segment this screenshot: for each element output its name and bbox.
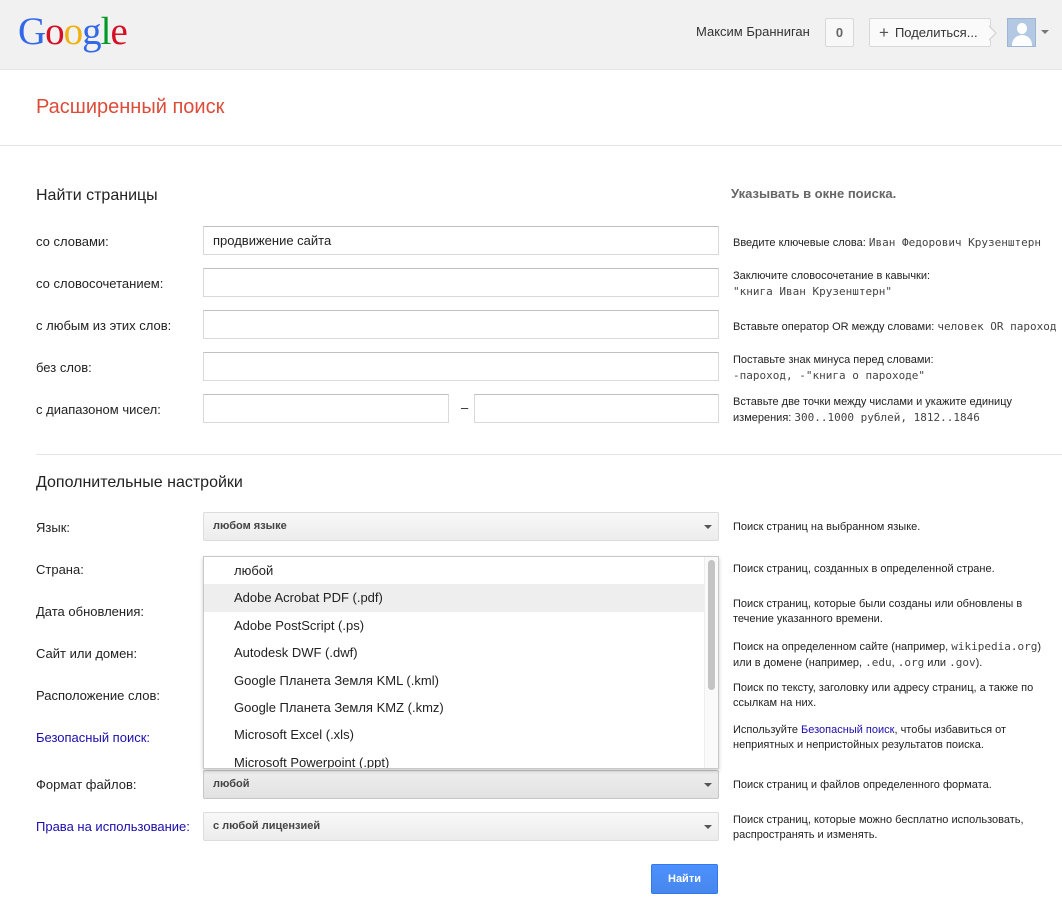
logo-letter: e bbox=[110, 10, 128, 53]
share-label: Поделиться... bbox=[894, 25, 978, 40]
exact-phrase-input[interactable] bbox=[203, 268, 719, 297]
site-domain-hint: Поиск на определенном сайте (например, w… bbox=[733, 639, 1058, 671]
hint-text: Поиск на определенном сайте (например, bbox=[733, 641, 952, 653]
all-words-hint: Введите ключевые слова: Иван Федорович К… bbox=[733, 235, 1058, 251]
exact-phrase-label: со словосочетанием: bbox=[36, 276, 164, 291]
usage-rights-hint: Поиск страниц, которые можно бесплатно и… bbox=[733, 814, 1024, 841]
any-words-input[interactable] bbox=[203, 310, 719, 339]
usage-rights-link[interactable]: Права на использование: bbox=[36, 819, 190, 834]
dropdown-option[interactable]: Adobe PostScript (.ps) bbox=[204, 612, 718, 639]
language-label: Язык: bbox=[36, 520, 70, 535]
language-hint: Поиск страниц на выбранном языке. bbox=[733, 521, 921, 533]
hint-text: ). bbox=[975, 657, 983, 669]
dropdown-option[interactable]: Microsoft Powerpoint (.ppt) bbox=[204, 749, 718, 768]
chevron-down-icon bbox=[704, 825, 712, 829]
dropdown-option[interactable]: Adobe Acrobat PDF (.pdf) bbox=[204, 584, 718, 612]
logo-letter: l bbox=[100, 10, 112, 53]
none-words-label: без слов: bbox=[36, 360, 92, 375]
logo-letter: g bbox=[82, 10, 101, 53]
safesearch-hint-link[interactable]: Безопасный поиск bbox=[801, 724, 894, 736]
google-logo[interactable]: Google bbox=[18, 10, 128, 53]
dropdown-option[interactable]: Autodesk DWF (.dwf) bbox=[204, 639, 718, 666]
divider bbox=[0, 145, 1062, 146]
exact-phrase-hint: Заключите словосочетание в кавычки: "книг… bbox=[733, 269, 1058, 300]
notification-count-button[interactable]: 0 bbox=[825, 18, 854, 47]
logo-letter: o bbox=[63, 10, 83, 53]
dropdown-scrollbar[interactable] bbox=[704, 557, 718, 768]
site-domain-label: Сайт или домен: bbox=[36, 646, 138, 661]
hint-example: .gov bbox=[949, 656, 976, 669]
hint-example: человек OR пароход bbox=[937, 320, 1057, 333]
chevron-down-icon bbox=[704, 783, 712, 787]
terms-location-hint: Поиск по тексту, заголовку или адресу ст… bbox=[733, 682, 1034, 709]
search-button[interactable]: Найти bbox=[651, 864, 718, 894]
hint-example: Иван Федорович Крузенштерн bbox=[868, 236, 1042, 249]
number-range-hint: Вставьте две точки между числами и укажи… bbox=[733, 395, 1058, 426]
range-dash: – bbox=[461, 400, 469, 415]
last-update-hint: Поиск страниц, которые были созданы или … bbox=[733, 598, 1023, 625]
any-words-label: с любым из этих слов: bbox=[36, 318, 172, 333]
last-update-label: Дата обновления: bbox=[36, 604, 144, 619]
any-words-hint: Вставьте оператор OR между словами: чело… bbox=[733, 319, 1058, 335]
advanced-settings-title: Дополнительные настройки bbox=[36, 474, 243, 491]
file-type-select[interactable]: любой bbox=[203, 770, 719, 799]
hint-example: 300..1000 рублей, 1812..1846 bbox=[794, 411, 980, 424]
avatar-body-icon bbox=[1012, 35, 1032, 46]
hint-text: Поставьте знак минуса перед словами: bbox=[733, 354, 934, 366]
dropdown-option[interactable]: любой bbox=[204, 557, 718, 584]
avatar[interactable] bbox=[1007, 18, 1036, 47]
hint-header: Указывать в окне поиска. bbox=[731, 186, 897, 201]
none-words-hint: Поставьте знак минуса перед словами: -пар… bbox=[733, 353, 1058, 384]
dropdown-option[interactable]: Google Планета Земля KMZ (.kmz) bbox=[204, 694, 718, 721]
logo-letter: G bbox=[18, 10, 46, 53]
none-words-input[interactable] bbox=[203, 352, 719, 381]
user-name[interactable]: Максим Бранниган bbox=[696, 24, 810, 39]
hint-example: "книга Иван Крузенштерн" bbox=[733, 285, 892, 298]
safesearch-hint: Используйте Безопасный поиск, чтобы изба… bbox=[733, 723, 1058, 753]
plus-icon: + bbox=[879, 23, 889, 42]
top-bar: Google Максим Бранниган 0 + Поделиться... bbox=[0, 0, 1062, 70]
hint-example: .org bbox=[897, 656, 925, 669]
find-pages-title: Найти страницы bbox=[36, 187, 158, 204]
country-hint: Поиск страниц, созданных в определенной … bbox=[733, 563, 995, 575]
file-type-hint: Поиск страниц и файлов определенного фор… bbox=[733, 779, 992, 791]
file-type-dropdown-list[interactable]: любой Adobe Acrobat PDF (.pdf) Adobe Pos… bbox=[203, 556, 719, 769]
file-type-select-value: любой bbox=[213, 778, 250, 790]
hint-example: wikipedia.org bbox=[951, 640, 1038, 653]
number-range-label: с диапазоном чисел: bbox=[36, 402, 161, 417]
dropdown-option[interactable]: Microsoft Excel (.xls) bbox=[204, 721, 718, 748]
dropdown-scrollbar-thumb[interactable] bbox=[708, 560, 715, 690]
divider bbox=[36, 454, 1062, 455]
usage-rights-select[interactable]: с любой лицензией bbox=[203, 812, 719, 841]
share-button[interactable]: + Поделиться... bbox=[869, 18, 991, 47]
account-caret-icon[interactable] bbox=[1041, 30, 1049, 34]
dropdown-option[interactable]: Google Планета Земля KML (.kml) bbox=[204, 667, 718, 694]
language-select[interactable]: любом языке bbox=[203, 512, 719, 541]
language-select-value: любом языке bbox=[213, 520, 287, 532]
hint-text: Заключите словосочетание в кавычки: bbox=[733, 270, 931, 282]
country-label: Страна: bbox=[36, 562, 84, 577]
hint-text: Используйте bbox=[733, 724, 802, 736]
hint-text: или bbox=[924, 657, 950, 669]
page-title: Расширенный поиск bbox=[36, 96, 225, 118]
safesearch-link[interactable]: Безопасный поиск: bbox=[36, 730, 150, 745]
file-type-label: Формат файлов: bbox=[36, 777, 137, 792]
number-range-to-input[interactable] bbox=[474, 394, 719, 423]
usage-rights-select-value: с любой лицензией bbox=[213, 820, 321, 832]
hint-example: -пароход, -"книга о пароходе" bbox=[733, 369, 926, 382]
hint-text: Вставьте оператор OR между словами: bbox=[733, 321, 938, 333]
all-words-label: со словами: bbox=[36, 234, 109, 249]
chevron-down-icon bbox=[704, 525, 712, 529]
share-tip-arrow-icon bbox=[988, 25, 997, 41]
number-range-from-input[interactable] bbox=[203, 394, 449, 423]
hint-text: Введите ключевые слова: bbox=[733, 237, 869, 249]
terms-location-label: Расположение слов: bbox=[36, 688, 160, 703]
logo-letter: o bbox=[45, 10, 64, 53]
avatar-head-icon bbox=[1017, 23, 1027, 34]
all-words-input[interactable]: продвижение сайта bbox=[203, 226, 719, 255]
hint-example: .edu bbox=[865, 656, 892, 669]
